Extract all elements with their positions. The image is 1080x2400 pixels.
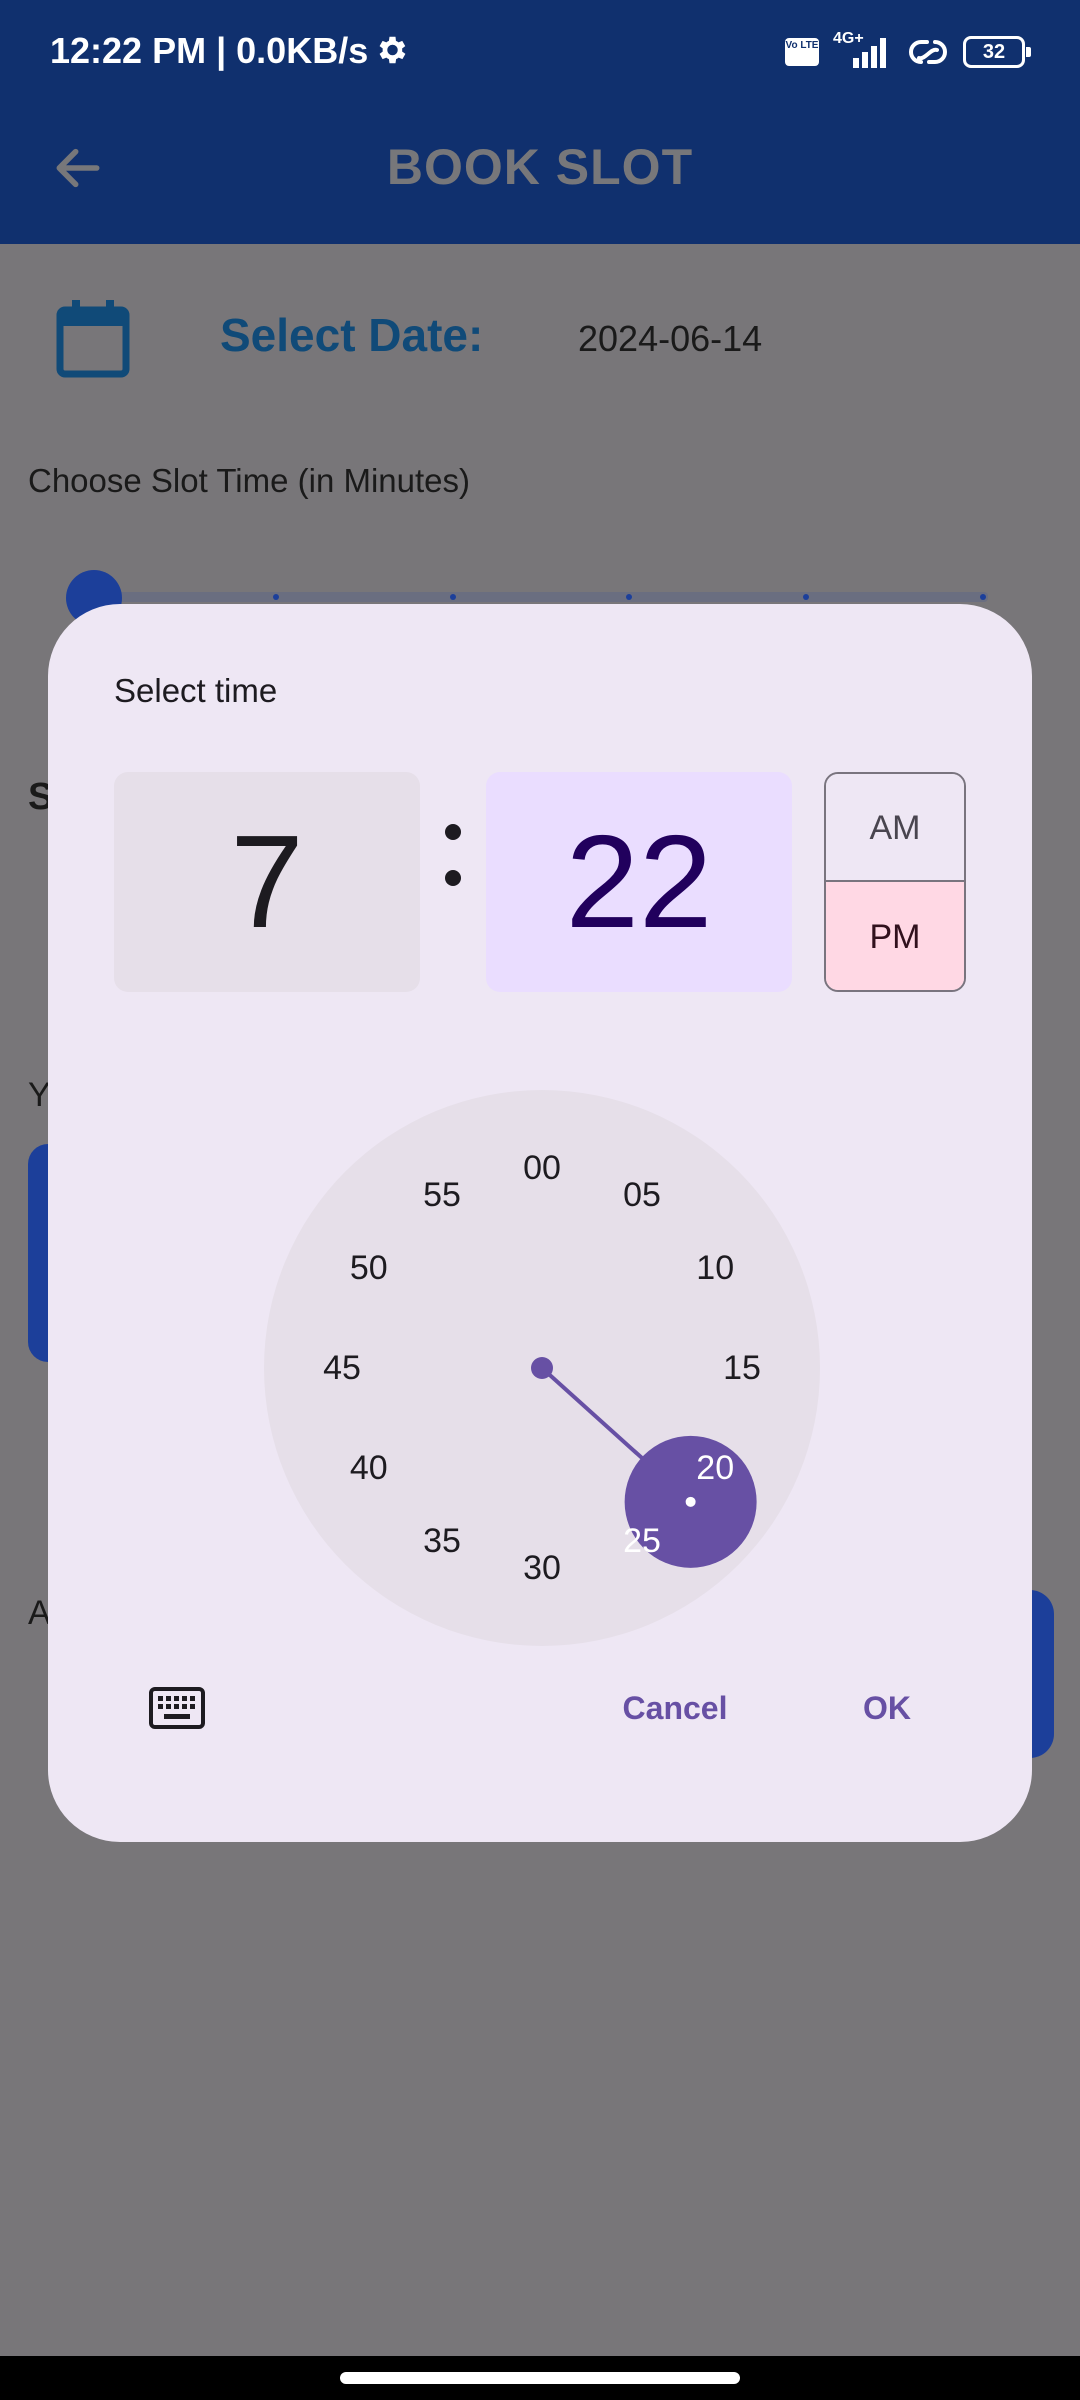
app-bar: BOOK SLOT	[0, 100, 1080, 244]
volte-icon: Vo LTE	[785, 38, 819, 66]
clock-selector-dot	[685, 1496, 696, 1507]
dial-minute-25[interactable]: 25	[602, 1519, 682, 1563]
page-title: BOOK SLOT	[386, 139, 694, 195]
status-icons: Vo LTE 4G+ 32	[785, 30, 1031, 70]
slider-tick	[980, 594, 986, 600]
date-value[interactable]: 2024-06-14	[578, 318, 762, 360]
time-picker-dialog: Select time 7 22 AM PM 00 05 10 15 20 25 30 35 4…	[48, 604, 1032, 1842]
dial-minute-00[interactable]: 00	[502, 1146, 582, 1190]
am-pm-toggle: AM PM	[824, 772, 966, 992]
am-button[interactable]: AM	[826, 774, 964, 882]
dial-minute-15[interactable]: 15	[702, 1346, 782, 1390]
slider-tick	[450, 594, 456, 600]
dial-minute-50[interactable]: 50	[329, 1246, 409, 1290]
link-icon	[909, 40, 947, 64]
status-time: 12:22 PM | 0.0KB/s	[50, 30, 369, 71]
slot-time-label: Choose Slot Time (in Minutes)	[28, 462, 471, 499]
dial-minute-35[interactable]: 35	[402, 1519, 482, 1563]
pm-button[interactable]: PM	[826, 882, 964, 990]
cancel-button[interactable]: Cancel	[600, 1678, 750, 1738]
select-date-label: Select Date:	[220, 309, 484, 361]
calendar-icon[interactable]	[56, 300, 130, 378]
ok-button[interactable]: OK	[842, 1678, 932, 1738]
minute-selector[interactable]: 22	[486, 772, 792, 992]
slider-tick	[803, 594, 809, 600]
slider-tick	[273, 594, 279, 600]
dial-minute-45[interactable]: 45	[302, 1346, 382, 1390]
dial-minute-30[interactable]: 30	[502, 1546, 582, 1590]
slider-tick	[626, 594, 632, 600]
dial-minute-55[interactable]: 55	[402, 1173, 482, 1217]
settings-gear-icon	[379, 36, 406, 64]
dial-minute-20[interactable]: 20	[675, 1446, 755, 1490]
status-bar: 12:22 PM | 0.0KB/s Vo LTE 4G+ 32	[0, 0, 1080, 100]
dialog-title: Select time	[114, 672, 278, 709]
keyboard-icon[interactable]	[148, 1686, 206, 1730]
home-handle[interactable]	[340, 2372, 740, 2384]
clock-dial[interactable]: 00 05 10 15 20 25 30 35 40 45 50 55	[264, 1090, 820, 1646]
time-separator	[438, 804, 468, 924]
clock-center-dot	[531, 1357, 553, 1379]
dial-minute-05[interactable]: 05	[602, 1173, 682, 1217]
hour-selector[interactable]: 7	[114, 772, 420, 992]
dial-minute-10[interactable]: 10	[675, 1246, 755, 1290]
dial-minute-40[interactable]: 40	[329, 1446, 409, 1490]
battery-icon: 32	[963, 36, 1031, 68]
signal-icon: 4G+	[833, 30, 893, 70]
slot-time-slider[interactable]	[92, 592, 988, 602]
